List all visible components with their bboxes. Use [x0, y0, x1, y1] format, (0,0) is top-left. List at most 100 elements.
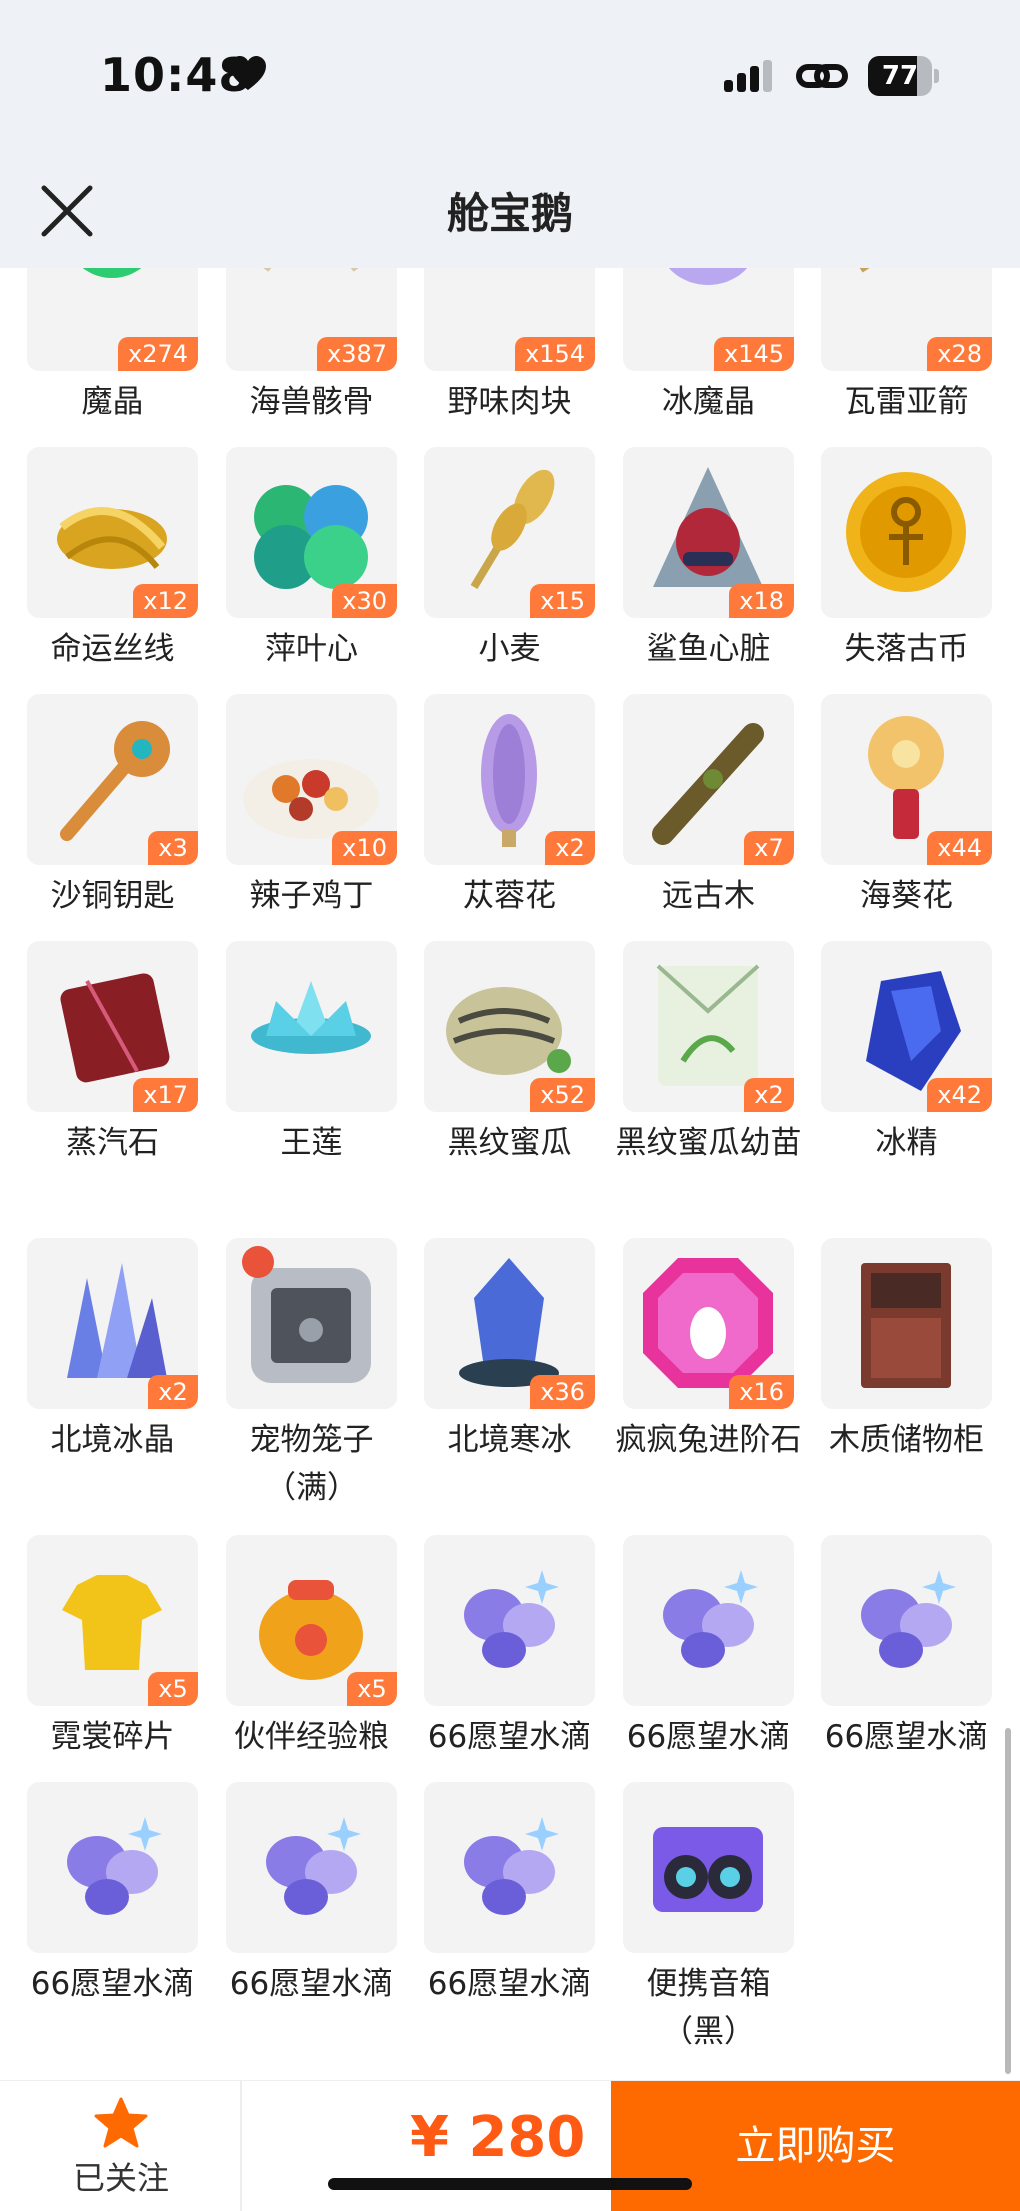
quantity-badge: x10	[332, 831, 397, 865]
item-name: 宠物笼子（满）	[249, 1422, 374, 1506]
item-tile: x154	[424, 268, 595, 371]
item-name: 野味肉块	[447, 384, 572, 420]
follow-label: 已关注	[72, 2159, 169, 2197]
item-name: 命运丝线	[50, 631, 175, 667]
item-name: 萍叶心	[265, 631, 358, 667]
wish-drop-icon	[663, 1570, 758, 1668]
item-name: 黑纹蜜瓜幼苗	[615, 1125, 802, 1161]
item-name: 沙铜钥匙	[50, 878, 175, 914]
item-name: 鲨鱼心脏	[646, 631, 771, 667]
quantity-badge: x3	[148, 831, 198, 865]
item-tile: x2	[424, 694, 595, 865]
item-name: 北境寒冰	[447, 1422, 572, 1458]
item-name: 伙伴经验粮	[234, 1719, 389, 1755]
nav-bar: 舱宝鹅	[0, 150, 1020, 268]
quantity-badge: x154	[514, 337, 595, 371]
item-tile: x30	[226, 447, 397, 618]
item-tile	[821, 1535, 992, 1706]
quantity-badge: x17	[133, 1078, 198, 1112]
battery-level: 77	[881, 61, 919, 91]
item-name: 便携音箱（黑）	[646, 1966, 771, 2050]
item-tile: x44	[821, 694, 992, 865]
price-label: ¥ 280	[410, 2105, 586, 2170]
item-tile: x5	[226, 1535, 397, 1706]
item-name: 66愿望水滴	[427, 1719, 592, 1755]
item-name: 魔晶	[81, 384, 144, 420]
item-tile: x15	[424, 447, 595, 618]
quantity-badge: x2	[545, 831, 595, 865]
item-tile	[27, 1782, 198, 1953]
item-tile: x16	[623, 1238, 794, 1409]
item-name: 瓦雷亚箭	[844, 384, 969, 420]
quantity-badge: x15	[530, 584, 595, 618]
item-name: 黑纹蜜瓜	[447, 1125, 572, 1161]
item-tile: x52	[424, 941, 595, 1112]
quantity-badge: x387	[316, 337, 397, 371]
wish-drop-icon	[861, 1570, 956, 1668]
follow-button[interactable]: 已关注	[0, 2081, 242, 2211]
item-name: 海葵花	[860, 878, 953, 914]
pet-cage-icon	[242, 1246, 371, 1383]
battery-icon: 77	[868, 56, 940, 96]
item-name: 疯疯兔进阶石	[615, 1422, 802, 1458]
page-title: 舱宝鹅	[446, 189, 573, 238]
item-tile: x387	[226, 268, 397, 371]
buy-now-button[interactable]: 立即购买	[611, 2081, 1020, 2211]
quantity-badge: x274	[117, 337, 198, 371]
item-name: 66愿望水滴	[626, 1719, 791, 1755]
item-tile: x5	[27, 1535, 198, 1706]
item-tile	[424, 1782, 595, 1953]
item-name: 失落古币	[844, 631, 969, 667]
item-name: 66愿望水滴	[824, 1719, 989, 1755]
item-tile	[623, 1782, 794, 1953]
quantity-badge: x16	[729, 1375, 794, 1409]
link-icon	[796, 64, 848, 88]
quantity-badge: x7	[744, 831, 794, 865]
item-name: 66愿望水滴	[427, 1966, 592, 2002]
quantity-badge: x30	[332, 584, 397, 618]
item-name: 蒸汽石	[66, 1125, 159, 1161]
item-name: 海兽骸骨	[249, 384, 374, 420]
lotus-icon	[251, 981, 371, 1054]
wish-drop-icon	[266, 1817, 361, 1915]
quantity-badge: x5	[148, 1672, 198, 1706]
wooden-cabinet-icon	[861, 1263, 951, 1388]
quantity-badge: x145	[713, 337, 794, 371]
home-indicator	[328, 2178, 692, 2190]
item-tile	[821, 447, 992, 618]
item-tile: x145	[623, 268, 794, 371]
item-name: 霓裳碎片	[50, 1719, 175, 1755]
item-name: 王莲	[280, 1125, 343, 1161]
quantity-badge: x2	[148, 1375, 198, 1409]
item-name: 小麦	[478, 631, 541, 667]
item-name: 冰精	[875, 1125, 938, 1161]
item-tile: x7	[623, 694, 794, 865]
item-tile	[424, 1535, 595, 1706]
item-tile: x12	[27, 447, 198, 618]
star-icon	[94, 2097, 148, 2148]
item-tile: x3	[27, 694, 198, 865]
signal-icon	[724, 60, 772, 92]
item-name: 北境冰晶	[50, 1422, 175, 1458]
item-tile	[226, 1782, 397, 1953]
quantity-badge: x5	[347, 1672, 397, 1706]
item-name: 辣子鸡丁	[249, 878, 374, 914]
wish-drop-icon	[464, 1570, 559, 1668]
item-name: 木质储物柜	[829, 1422, 984, 1458]
item-tile: x2	[27, 1238, 198, 1409]
quantity-badge: x44	[927, 831, 992, 865]
item-tile	[226, 941, 397, 1112]
status-bar: 10:48 77	[0, 0, 1020, 150]
ancient-coin-icon	[846, 472, 966, 592]
wish-drop-icon	[67, 1817, 162, 1915]
item-tile	[623, 1535, 794, 1706]
item-tile	[226, 1238, 397, 1409]
quantity-badge: x18	[729, 584, 794, 618]
item-grid-scroll[interactable]: x274 魔晶 x387 海兽骸骨 x154 野味肉块 x145 冰魔晶 x28 瓦雷亚箭 x12 命…	[0, 268, 1020, 2080]
item-tile: x18	[623, 447, 794, 618]
item-tile: x42	[821, 941, 992, 1112]
item-tile: x274	[27, 268, 198, 371]
item-name: 冰魔晶	[662, 384, 755, 420]
scrollbar[interactable]	[1005, 1728, 1011, 2074]
item-tile	[821, 1238, 992, 1409]
